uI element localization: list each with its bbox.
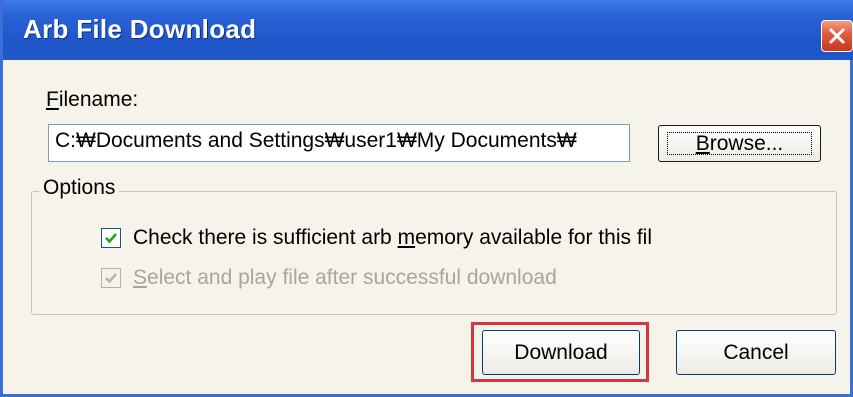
browse-label-mnemonic: B — [695, 132, 710, 155]
title-bar[interactable]: Arb File Download — [3, 0, 853, 60]
select-play-label: Select and play file after successful do… — [133, 266, 557, 290]
memory-check-label[interactable]: Check there is sufficient arb memory ava… — [133, 226, 652, 250]
select-play-label-mnemonic: S — [133, 266, 148, 289]
options-legend: Options — [39, 176, 120, 200]
browse-label-text: rowse... — [709, 132, 784, 155]
options-group — [31, 191, 837, 315]
filename-input[interactable]: C:₩Documents and Settings₩user1₩My Docum… — [48, 124, 630, 162]
checkmark-icon — [105, 273, 117, 284]
select-play-checkbox — [101, 268, 121, 288]
filename-label: Filename: — [46, 88, 138, 112]
select-play-label-post: elect and play file after successful dow… — [147, 266, 557, 289]
browse-focus-rect: Browse... — [667, 132, 812, 155]
filename-label-text: ilename: — [58, 88, 139, 111]
filename-label-mnemonic: F — [46, 88, 59, 111]
close-button[interactable] — [821, 20, 853, 52]
memory-check-label-post: emory available for this fil — [415, 226, 653, 249]
memory-check-label-mnemonic: m — [397, 226, 416, 249]
memory-check-checkbox[interactable] — [101, 228, 121, 248]
arb-file-download-dialog: Arb File Download Filename: C:₩Documents… — [0, 0, 853, 397]
checkmark-icon — [105, 233, 117, 244]
download-highlight-box — [471, 322, 649, 382]
memory-check-label-pre: Check there is sufficient arb — [133, 226, 398, 249]
cancel-button[interactable]: Cancel — [676, 330, 836, 375]
browse-button[interactable]: Browse... — [658, 125, 821, 162]
window-title: Arb File Download — [23, 14, 257, 44]
close-icon — [829, 28, 845, 44]
